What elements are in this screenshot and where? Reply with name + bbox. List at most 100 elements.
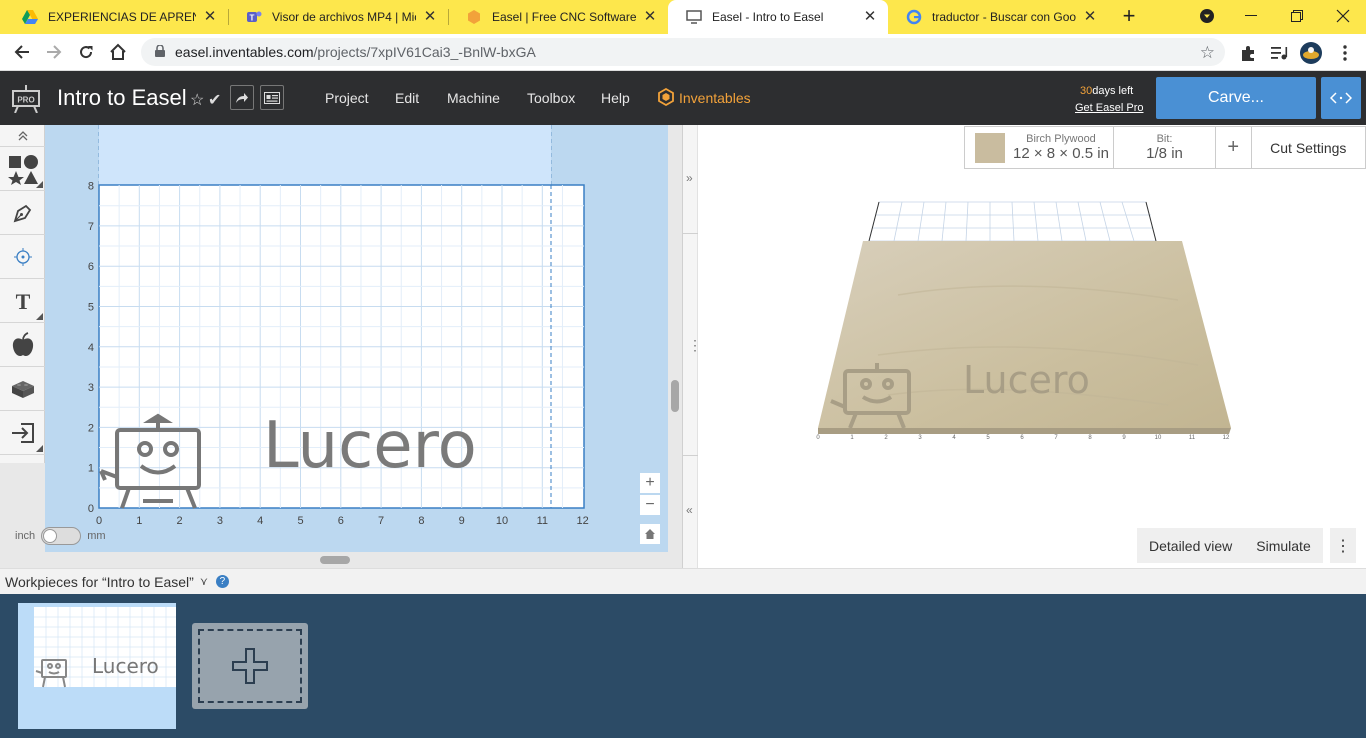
tab-search-icon[interactable]	[1184, 0, 1230, 32]
menu-edit[interactable]: Edit	[395, 90, 419, 106]
preview-menu-icon[interactable]: ⋮	[1330, 528, 1356, 563]
minimize-window-icon[interactable]	[1228, 0, 1274, 32]
close-tab-icon[interactable]: ✕	[1082, 9, 1098, 25]
x-tick-label: 5	[297, 515, 303, 527]
app-header: PRO Intro to Easel ☆ ✔ Project Edit Mach…	[0, 71, 1366, 125]
tab-title: Visor de archivos MP4 | Microsoft	[272, 10, 416, 24]
menu-inventables[interactable]: Inventables	[679, 90, 751, 106]
apps-tool[interactable]	[0, 367, 45, 411]
bit-selector[interactable]: Bit: 1/8 in	[1114, 127, 1216, 168]
help-icon[interactable]: ?	[215, 575, 229, 588]
extensions-puzzle-icon[interactable]	[1237, 42, 1259, 64]
share-button[interactable]	[230, 85, 254, 110]
3d-material-render[interactable]: Lucero 0 1 2 3 4 5 6 7 8 9 10 11 12	[698, 125, 1366, 568]
material-name: Birch Plywood	[1026, 133, 1096, 145]
3d-tick-label: 10	[1155, 435, 1162, 441]
close-tab-icon[interactable]: ✕	[642, 9, 658, 25]
pen-tool[interactable]	[0, 191, 45, 235]
shapes-tool[interactable]	[0, 147, 45, 191]
expand-right-icon[interactable]: »	[686, 171, 693, 185]
x-tick-label: 11	[537, 515, 548, 527]
collapse-toolbar-button[interactable]	[0, 125, 45, 147]
carve-button[interactable]: Carve...	[1156, 77, 1316, 119]
y-tick-label: 4	[88, 342, 94, 354]
canvas-scrollbar-horizontal[interactable]	[320, 556, 350, 564]
design-canvas[interactable]: 0 1 2 3 4 5 6 7 8 9 10 11 12 012345678 Lucero + −	[45, 125, 668, 552]
tab-title: Easel - Intro to Easel	[712, 10, 824, 24]
expand-left-icon[interactable]: «	[686, 503, 693, 517]
menu-machine[interactable]: Machine	[447, 90, 500, 106]
unit-switch[interactable]	[41, 527, 82, 545]
media-queue-icon[interactable]	[1268, 42, 1290, 64]
zoom-out-button[interactable]: −	[640, 495, 660, 515]
browser-tab[interactable]: T Visor de archivos MP4 | Microsoft ✕	[228, 0, 448, 34]
close-tab-icon[interactable]: ✕	[862, 9, 878, 25]
icons-tool[interactable]	[0, 323, 45, 367]
reload-icon[interactable]	[74, 40, 98, 64]
3d-tick-label: 5	[986, 435, 990, 441]
lock-icon	[155, 44, 167, 60]
text-tool[interactable]: T	[0, 279, 45, 323]
favorite-star-icon[interactable]: ☆	[190, 90, 204, 110]
unit-toggle[interactable]: inch mm	[15, 527, 106, 545]
add-bit-button[interactable]: +	[1216, 127, 1252, 168]
restore-window-icon[interactable]	[1274, 0, 1320, 32]
new-tab-button[interactable]: +	[1118, 5, 1140, 27]
zoom-in-button[interactable]: +	[640, 473, 660, 493]
y-tick-label: 0	[88, 503, 94, 515]
x-tick-label: 12	[576, 515, 588, 527]
easel-icon	[686, 9, 702, 25]
browser-tab[interactable]: Easel | Free CNC Software | Inventables …	[448, 0, 668, 34]
address-bar[interactable]: easel.inventables.com/projects/7xpIV61Ca…	[141, 38, 1225, 66]
browser-tab[interactable]: traductor - Buscar con Google ✕	[888, 0, 1108, 34]
menu-project[interactable]: Project	[325, 90, 369, 106]
3d-carved-text: Lucero	[963, 358, 1090, 402]
get-easel-pro-link[interactable]: Get Easel Pro	[1075, 102, 1143, 114]
3d-tick-label: 0	[816, 435, 820, 441]
pane-divider[interactable]: » ⋮ «	[682, 125, 702, 568]
easel-pro-logo[interactable]: PRO	[12, 83, 40, 114]
point-tool[interactable]	[0, 235, 45, 279]
browser-menu-icon[interactable]	[1334, 42, 1356, 64]
x-axis-ticks: 0 1 2 3 4 5 6 7 8 9 10 11 12	[96, 515, 589, 527]
browser-tab[interactable]: EXPERIENCIAS DE APRENDIZAJE ✕	[4, 0, 228, 34]
y-axis-ticks: 0 1 2 3 4 5 6 7 8	[88, 181, 94, 515]
add-workpiece-button[interactable]	[192, 623, 308, 709]
forward-arrow-icon[interactable]	[42, 40, 66, 64]
browser-toolbar: easel.inventables.com/projects/7xpIV61Ca…	[0, 34, 1366, 71]
divider-rule	[682, 455, 698, 456]
3d-tick-label: 2	[884, 435, 888, 441]
simulate-button[interactable]: Simulate	[1244, 528, 1322, 563]
import-tool[interactable]	[0, 411, 45, 455]
workpiece-thumbnail[interactable]: Lucero	[18, 603, 176, 729]
workpieces-label[interactable]: Workpieces for “Intro to Easel”	[5, 574, 194, 590]
menu-help[interactable]: Help	[601, 90, 630, 106]
menu-toolbox[interactable]: Toolbox	[527, 90, 575, 106]
close-window-icon[interactable]	[1320, 0, 1366, 32]
canvas-grid[interactable]: 0 1 2 3 4 5 6 7 8 9 10 11 12 012345678 Lucero	[45, 125, 668, 552]
logo-label: PRO	[17, 96, 34, 105]
browser-tab-active[interactable]: Easel - Intro to Easel ✕	[668, 0, 888, 34]
back-arrow-icon[interactable]	[10, 40, 34, 64]
profile-avatar[interactable]	[1300, 42, 1322, 64]
chevron-down-icon[interactable]: ⋎	[200, 575, 208, 588]
project-details-button[interactable]	[260, 85, 284, 110]
zoom-reset-button[interactable]	[640, 524, 660, 544]
3d-tick-label: 11	[1189, 435, 1196, 441]
x-tick-label: 2	[177, 515, 183, 527]
close-tab-icon[interactable]: ✕	[422, 9, 438, 25]
canvas-scrollbar-vertical[interactable]	[671, 380, 679, 412]
home-icon[interactable]	[106, 40, 130, 64]
add-workpiece-dropzone	[198, 629, 302, 703]
trial-days-left: 30days left	[1080, 85, 1133, 97]
bookmark-star-icon[interactable]: ☆	[1200, 43, 1215, 63]
project-title[interactable]: Intro to Easel	[57, 85, 187, 111]
cut-settings-button[interactable]: Cut Settings	[1252, 127, 1365, 168]
material-selector[interactable]: Birch Plywood 12 × 8 × 0.5 in	[965, 127, 1115, 168]
close-tab-icon[interactable]: ✕	[202, 9, 218, 25]
double-chevron-up-icon	[18, 130, 27, 140]
machine-connect-button[interactable]	[1321, 77, 1361, 119]
3d-preview[interactable]: Lucero 0 1 2 3 4 5 6 7 8 9 10 11 12	[698, 125, 1366, 568]
detailed-view-button[interactable]: Detailed view	[1137, 528, 1244, 563]
unit-mm-label: mm	[87, 530, 106, 542]
